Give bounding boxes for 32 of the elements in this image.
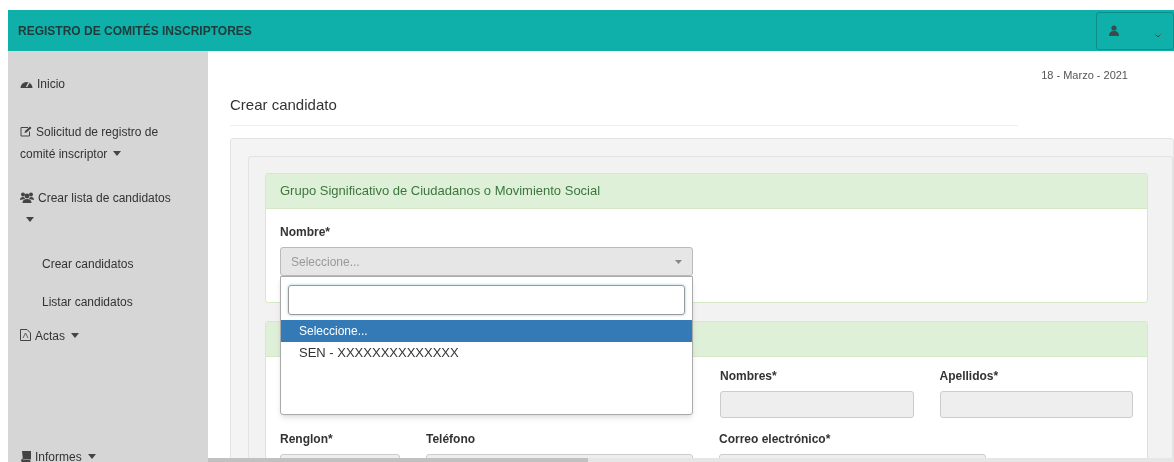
card-title: Grupo Significativo de Ciudadanos o Movimiento Social <box>280 182 601 201</box>
input-field[interactable] <box>720 391 914 418</box>
sidebar-item[interactable]: Crear lista de candidatos <box>20 187 178 231</box>
user-menu-button[interactable] <box>1096 11 1174 50</box>
pdf-file-icon <box>20 329 31 341</box>
sidebar-item[interactable]: Actas <box>20 325 178 347</box>
user-icon <box>1109 25 1119 36</box>
page-title: Crear candidato <box>230 96 337 113</box>
sidebar-item[interactable]: Informes <box>20 446 178 462</box>
sidebar-subitem[interactable]: Crear candidatos <box>42 255 178 273</box>
app-title: REGISTRO DE COMITÉS INSCRIPTORES <box>18 22 252 40</box>
chevron-icon <box>1155 33 1161 38</box>
sidebar-subitem[interactable]: Listar candidatos <box>42 293 178 311</box>
search-field[interactable] <box>288 285 685 315</box>
field-label: Nombre* <box>280 224 331 241</box>
field-label: Teléfono <box>426 431 477 448</box>
scrollbar-thumb[interactable] <box>208 458 588 462</box>
date-text: 18 - Marzo - 2021 <box>1041 68 1128 83</box>
field-label: Apellidos* <box>939 368 1000 385</box>
edit-icon <box>20 126 32 137</box>
book-icon <box>20 451 31 462</box>
field-label: Nombres* <box>720 368 778 385</box>
sidebar-item[interactable]: Inicio <box>20 73 178 95</box>
dashboard-icon <box>20 79 33 89</box>
field-label: Correo electrónico* <box>719 431 832 448</box>
caret-icon <box>675 259 682 264</box>
users-icon <box>20 192 34 203</box>
dropdown-option[interactable]: SEN - XXXXXXXXXXXXXX <box>281 342 692 364</box>
dropdown-option[interactable]: Seleccione... <box>281 320 692 342</box>
sidebar-item[interactable]: Solicitud de registro de comité inscriptor <box>20 121 178 165</box>
input-field[interactable] <box>939 391 1133 418</box>
field-label: Renglon* <box>280 431 334 448</box>
